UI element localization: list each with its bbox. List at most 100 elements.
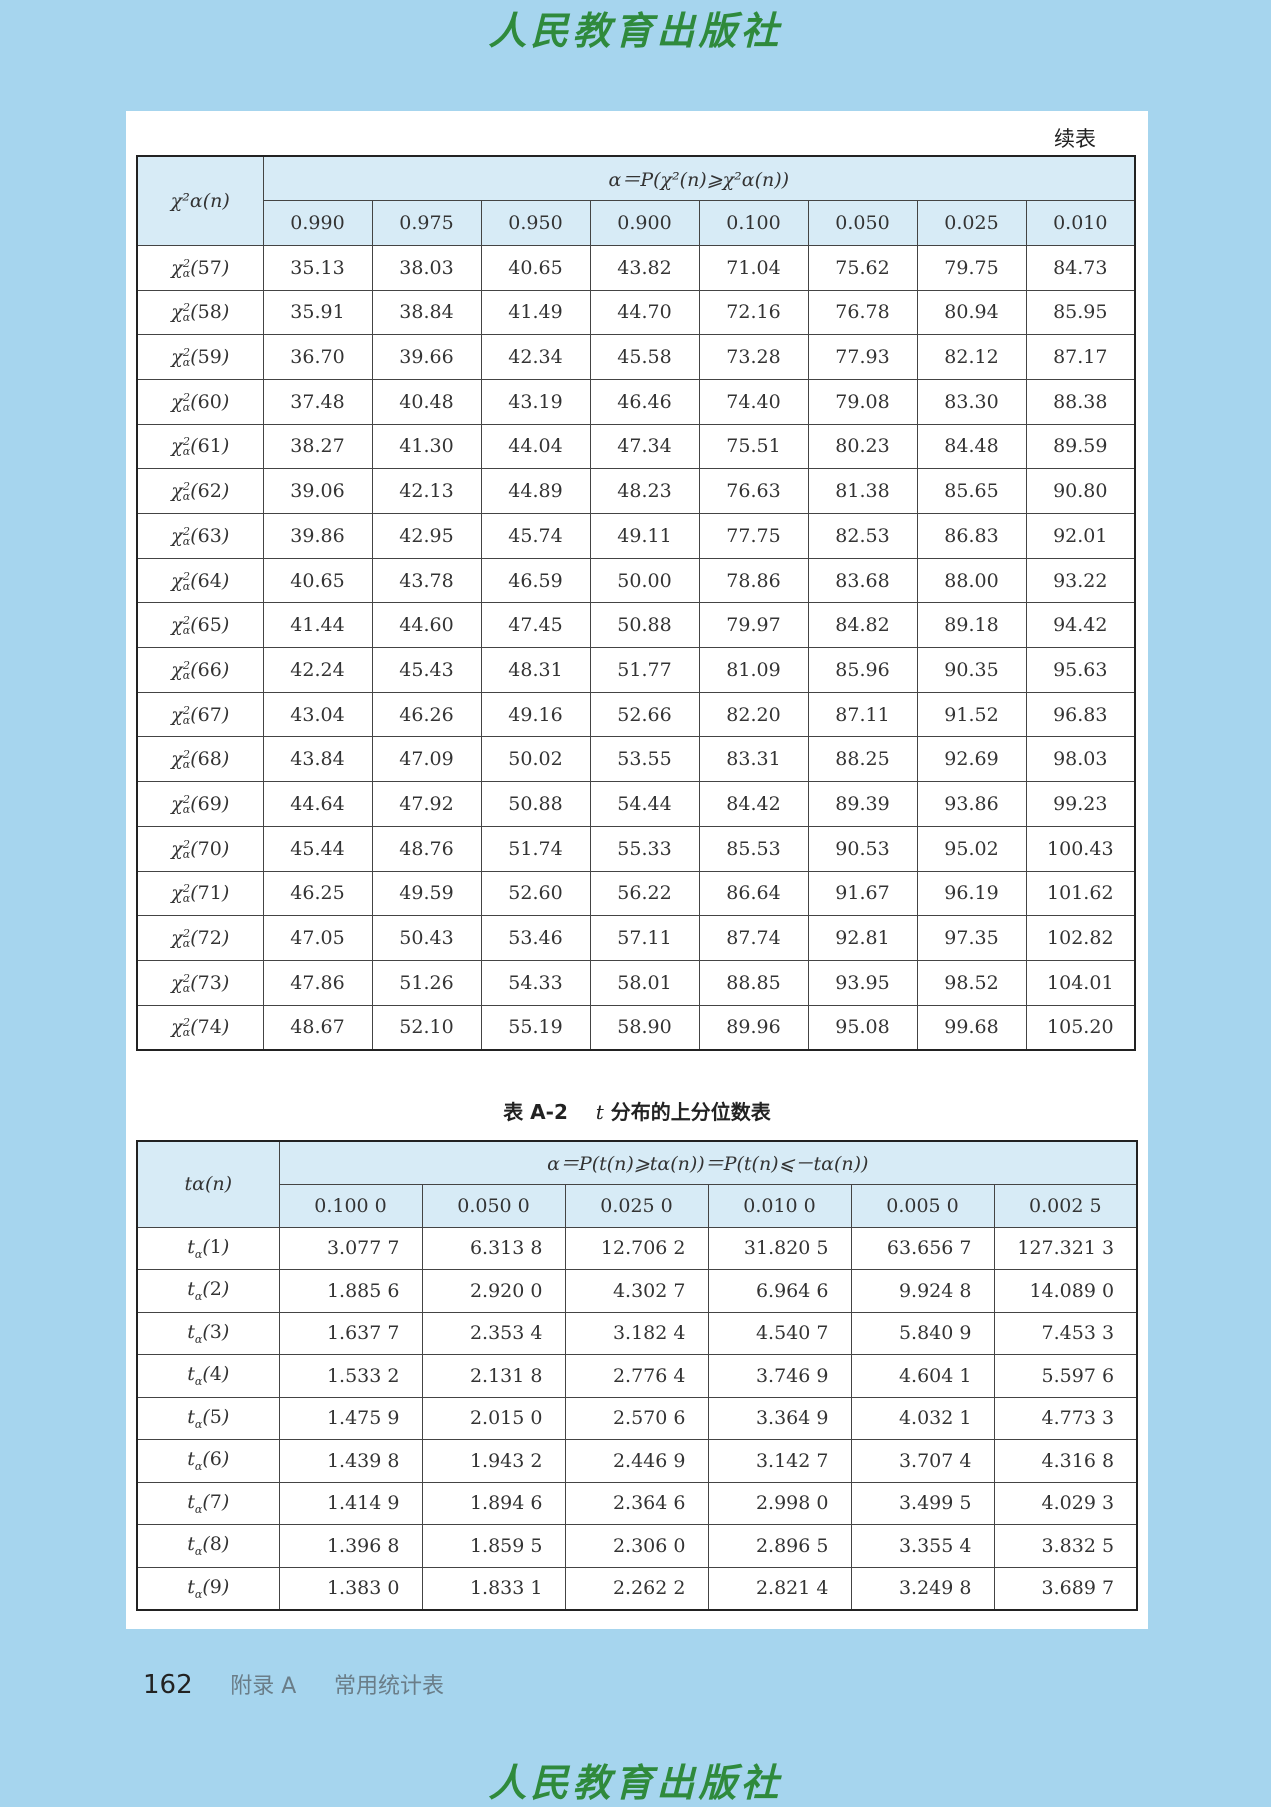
t-row-n: 3 [209,1320,222,1343]
chi-row-n: 61 [197,435,222,458]
chi-table-row: χ2 α(68) 43.84 47.09 50.02 53.55 83.31 88.25 92.… [136,736,1136,783]
t-table-cell: 2.570 6 [564,1396,709,1440]
chi-row-label: χ2 α(60) [136,378,264,425]
chi-table-cell: 82.20 [698,691,809,738]
t-table-cell: 1.943 2 [421,1439,566,1483]
chi-table-cell: 38.03 [371,244,482,291]
chi-row-label: χ2 α(58) [136,289,264,336]
chi-table-cell: 72.16 [698,289,809,336]
chi-alpha-value: 0.025 [916,200,1027,246]
chi-table-row: χ2 α(70) 45.44 48.76 51.74 55.33 85.53 90.53 95.… [136,825,1136,872]
t-table-cell: 1.396 8 [278,1524,423,1568]
chi-alpha-row: 0.990 0.975 0.950 0.900 0.100 0.050 0.025 0.010 [137,200,1136,246]
chi-table-cell: 40.65 [262,557,373,604]
chi-table-cell: 90.53 [807,825,918,872]
chi-table-cell: 88.00 [916,557,1027,604]
chi-table-cell: 42.13 [371,468,482,514]
chi-table-cell: 104.01 [1025,959,1136,1006]
t-table-cell: 5.840 9 [850,1311,995,1355]
chi-table-cell: 38.27 [262,423,373,470]
chi-table-cell: 81.38 [807,468,918,514]
chi-table-cell: 49.16 [480,691,591,738]
chi-table-cell: 50.43 [371,915,482,961]
chi-table-cell: 93.22 [1025,557,1136,604]
chi-table-row: χ2 α(60) 37.48 40.48 43.19 46.46 74.40 79.08 83.… [136,378,1136,425]
t-row-n: 7 [209,1490,222,1513]
chi-row-label: χ2 α(63) [136,513,264,559]
chi-table-cell: 57.11 [589,915,700,961]
t-table-cell: 1.637 7 [278,1311,423,1355]
page-footer: 162 附录 A 常用统计表 [143,1668,444,1700]
t-table-body: tα(1) 3.077 7 6.313 8 12.706 2 31.820 5 63.65… [136,1226,1138,1610]
chi-row-n: 65 [197,614,222,637]
t-table-row: tα(8) 1.396 8 1.859 5 2.306 0 2.896 5 3.355 4… [136,1524,1138,1568]
chi-table-cell: 47.92 [371,781,482,827]
publisher-watermark-top: 人民教育出版社 [488,8,783,53]
t-table-cell: 2.131 8 [421,1354,566,1398]
t-table-cell: 1.833 1 [421,1566,566,1610]
chi-table-cell: 48.31 [480,647,591,693]
t-table-cell: 3.182 4 [564,1311,709,1355]
chi-row-n: 74 [197,1016,222,1039]
chi-table-cell: 101.62 [1025,870,1136,917]
t-table-cell: 2.015 0 [421,1396,566,1440]
t-table-cell: 4.029 3 [993,1481,1138,1525]
chi-row-n: 60 [197,390,222,413]
chi-table-cell: 95.02 [916,825,1027,872]
chi-table-cell: 48.23 [589,468,700,514]
chi-table-cell: 91.52 [916,691,1027,738]
chi-table-cell: 87.11 [807,691,918,738]
caption-prefix: 表 A-2 [503,1100,568,1124]
chi-row-n: 62 [197,480,222,503]
chi-row-n: 68 [197,748,222,771]
chi-alpha-value: 0.050 [807,200,918,246]
chi-row-label: χ2 α(66) [136,647,264,693]
t-table-cell: 14.089 0 [993,1269,1138,1313]
chi-table-cell: 58.01 [589,959,700,1006]
t-row-label: tα(7) [136,1481,280,1525]
chi-row-label: χ2 α(62) [136,468,264,514]
chi-table-cell: 39.86 [262,513,373,559]
t-table-cell: 2.821 4 [707,1566,852,1610]
t-row-label: tα(6) [136,1439,280,1483]
chi-table-cell: 75.62 [807,244,918,291]
t-row-n: 1 [209,1235,222,1258]
chi-alpha-header: α＝P(χ²(n)⩾χ²α(n)) [262,155,1136,202]
chi-table-cell: 86.64 [698,870,809,917]
chi-table-row: χ2 α(58) 35.91 38.84 41.49 44.70 72.16 76.78 80.… [136,289,1136,336]
t-distribution-table: tα(n) α＝P(t(n)⩾tα(n))＝P(t(n)⩽－tα(n)) 0.1… [136,1140,1139,1611]
chi-table-cell: 99.23 [1025,781,1136,827]
chi-table-cell: 45.43 [371,647,482,693]
chi-row-label: χ2 α(57) [136,244,264,291]
chi-table-cell: 85.65 [916,468,1027,514]
chi-table-cell: 47.05 [262,915,373,961]
chi-row-n: 66 [197,658,222,681]
t-row-label: tα(1) [136,1226,280,1270]
chi-table-row: χ2 α(69) 44.64 47.92 50.88 54.44 84.42 89.39 93.… [136,781,1136,827]
chi-alpha-value: 0.100 [698,200,809,246]
t-row-label: tα(3) [136,1311,280,1355]
chi-table-cell: 52.66 [589,691,700,738]
t-table-cell: 2.364 6 [564,1481,709,1525]
t-table-cell: 4.032 1 [850,1396,995,1440]
chi-table-cell: 46.59 [480,557,591,604]
chi-table-cell: 46.26 [371,691,482,738]
chi-table-cell: 96.19 [916,870,1027,917]
t-table-cell: 1.414 9 [278,1481,423,1525]
chi-row-label: χ2 α(73) [136,959,264,1006]
chi-table-cell: 82.12 [916,334,1027,380]
t-table-cell: 1.475 9 [278,1396,423,1440]
chi-table-cell: 44.70 [589,289,700,336]
chi-table-cell: 47.86 [262,959,373,1006]
chi-table-cell: 86.83 [916,513,1027,559]
chi-alpha-value: 0.975 [371,200,482,246]
t-table-cell: 3.249 8 [850,1566,995,1610]
appendix-title: 常用统计表 [333,1674,444,1699]
chi-row-n: 72 [197,927,222,950]
chi-table-cell: 43.04 [262,691,373,738]
chi-row-n: 73 [197,971,222,994]
chi-table-cell: 50.88 [589,602,700,649]
chi-table-cell: 42.95 [371,513,482,559]
chi-table-cell: 55.33 [589,825,700,872]
chi-table-row: χ2 α(62) 39.06 42.13 44.89 48.23 76.63 81.38 85.… [136,468,1136,514]
